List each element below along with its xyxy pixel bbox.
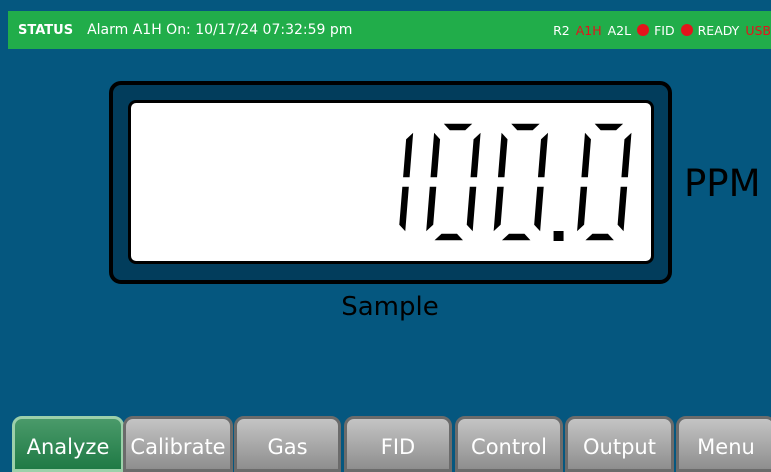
segment xyxy=(496,129,510,179)
tab-bar: Analyze Calibrate Gas FID Control Output… xyxy=(8,413,771,472)
status-message: Alarm A1H On: 10/17/24 07:32:59 pm xyxy=(87,22,353,38)
segment xyxy=(491,185,506,235)
tab-menu[interactable]: Menu xyxy=(676,416,771,472)
segment xyxy=(536,129,550,179)
tab-calibrate[interactable]: Calibrate xyxy=(123,416,233,472)
red-dot-icon xyxy=(637,24,650,36)
segment xyxy=(397,185,411,235)
segment xyxy=(619,129,634,179)
unit-label: PPM xyxy=(684,162,761,205)
segment xyxy=(579,129,593,179)
digit xyxy=(575,122,634,242)
lcd-display xyxy=(128,100,654,264)
segment xyxy=(428,129,442,179)
relay-indicator: R2 xyxy=(553,22,570,38)
segment xyxy=(465,185,478,235)
fid-indicator: FID xyxy=(654,22,675,38)
segment xyxy=(430,232,467,242)
segment xyxy=(591,122,627,132)
segment xyxy=(401,129,415,179)
status-indicators: R2 A1H A2L FID READY USB xyxy=(553,11,771,49)
digit xyxy=(424,122,483,242)
decimal-point xyxy=(553,231,564,241)
usb-indicator: USB xyxy=(745,22,771,38)
tab-control[interactable]: Control xyxy=(455,416,563,472)
segment xyxy=(532,185,546,235)
tab-analyze[interactable]: Analyze xyxy=(12,416,124,472)
status-label: STATUS xyxy=(18,22,74,38)
tab-output[interactable]: Output xyxy=(565,416,674,472)
digit xyxy=(397,129,415,235)
alarm-high-indicator: A1H xyxy=(575,22,602,38)
alarm-low-indicator: A2L xyxy=(607,22,632,38)
segment xyxy=(616,185,629,235)
segment xyxy=(498,232,534,242)
segment xyxy=(468,129,483,179)
segment xyxy=(581,232,618,242)
ready-indicator: READY xyxy=(697,22,740,38)
segment xyxy=(575,185,589,235)
red-dot-icon xyxy=(680,24,693,36)
segment xyxy=(507,122,544,132)
status-bar: STATUS Alarm A1H On: 10/17/24 07:32:59 p… xyxy=(8,11,771,49)
tab-fid[interactable]: FID xyxy=(344,416,452,472)
segment xyxy=(424,185,438,235)
segment xyxy=(440,122,477,132)
tab-gas[interactable]: Gas xyxy=(234,416,341,472)
reading-value xyxy=(397,122,634,242)
source-label: Sample xyxy=(341,292,439,322)
digit xyxy=(491,122,550,242)
